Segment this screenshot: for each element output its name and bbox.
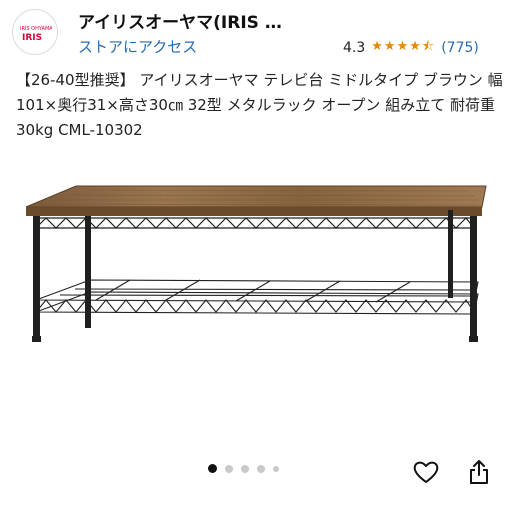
store-header: IRIS OHYAMA IRIS アイリスオーヤマ(IRIS … ストアにアクセ… (0, 0, 512, 64)
review-count[interactable]: (775) (441, 40, 479, 56)
share-icon (470, 460, 488, 484)
iris-logo-icon: IRIS OHYAMA IRIS (20, 26, 52, 42)
image-pager[interactable] (208, 464, 279, 473)
svg-text:IRIS OHYAMA: IRIS OHYAMA (20, 26, 52, 32)
svg-text:IRIS: IRIS (22, 33, 42, 42)
product-image[interactable] (0, 150, 512, 450)
pager-dot[interactable] (273, 465, 279, 472)
pager-dot-active[interactable] (208, 464, 217, 473)
star-rating-icon: ★★★★⯪ (371, 39, 436, 54)
visit-store-link[interactable]: ストアにアクセス (78, 36, 197, 57)
store-logo[interactable]: IRIS OHYAMA IRIS (12, 9, 58, 55)
favorite-button[interactable] (410, 456, 442, 488)
store-name[interactable]: アイリスオーヤマ(IRIS … (78, 8, 282, 33)
pager-dot[interactable] (225, 464, 233, 473)
rating-value: 4.3 (343, 40, 366, 56)
heart-icon (413, 461, 439, 483)
share-button[interactable] (463, 456, 495, 488)
rating-row[interactable]: 4.3 ★★★★⯪ (775) (343, 37, 479, 59)
tv-stand-image (25, 185, 487, 342)
product-title: 【26-40型推奨】 アイリスオーヤマ テレビ台 ミドルタイプ ブラウン 幅10… (16, 71, 503, 139)
pager-dot[interactable] (257, 464, 265, 473)
pager-dot[interactable] (241, 464, 249, 473)
